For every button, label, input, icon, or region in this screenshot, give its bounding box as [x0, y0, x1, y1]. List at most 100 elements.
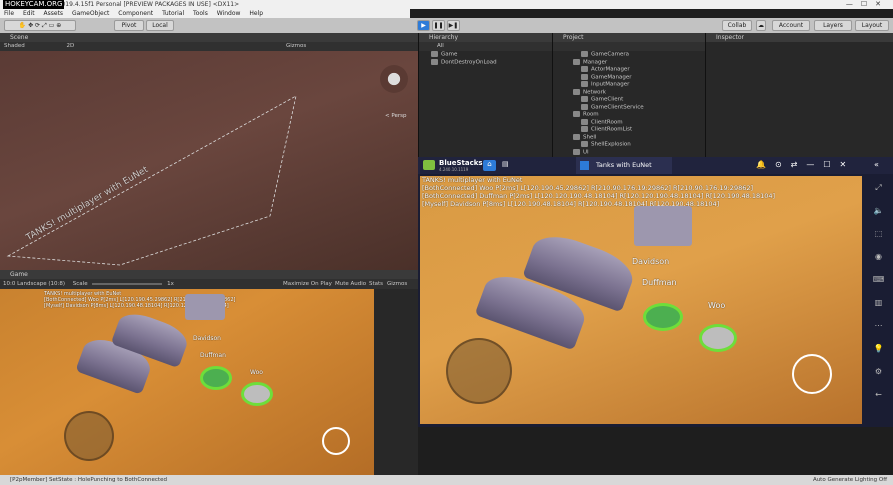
script-icon	[581, 81, 588, 87]
inspector-panel: Inspector	[705, 33, 893, 158]
maximize-on-play-toggle[interactable]: Maximize On Play	[283, 279, 332, 289]
folder-icon	[573, 133, 580, 140]
project-tab[interactable]: Project	[553, 33, 705, 42]
window-controls[interactable]: —☐✕	[846, 0, 889, 9]
scene-tab[interactable]: Scene	[0, 33, 418, 42]
menu-assets[interactable]: Assets	[44, 10, 64, 17]
2d-toggle[interactable]: 2D	[66, 43, 74, 49]
script-icon	[581, 126, 588, 132]
menu-help[interactable]: Help	[249, 10, 263, 17]
hierarchy-search[interactable]: All	[419, 42, 552, 51]
mute-audio-toggle[interactable]: Mute Audio	[335, 279, 366, 289]
fullscreen-icon[interactable]: ⤢	[864, 176, 893, 199]
layers-dropdown[interactable]: Layers	[814, 20, 852, 31]
play-button[interactable]: ▶	[417, 20, 430, 31]
collab-dropdown[interactable]: Collab	[722, 20, 752, 31]
project-folder[interactable]: Network	[573, 88, 705, 97]
tab-tanks[interactable]: Tanks with EuNet	[576, 157, 672, 174]
bulb-icon[interactable]: 💡	[864, 337, 893, 360]
stats-toggle[interactable]: Stats	[369, 279, 383, 289]
bluestacks-game-viewport[interactable]: TANKS! multiplayer with EuNet [BothConne…	[420, 176, 862, 424]
menu-tools[interactable]: Tools	[193, 10, 208, 17]
resolution-dropdown[interactable]: 10:0 Landscape (10:8)	[3, 281, 65, 287]
back-icon[interactable]: ←	[864, 383, 893, 406]
project-item[interactable]: InputManager	[573, 81, 705, 89]
project-folder[interactable]: Room	[573, 111, 705, 119]
hierarchy-item[interactable]: DontDestroyOnLoad	[419, 58, 552, 67]
project-item[interactable]: GameCamera	[573, 51, 705, 59]
fire-crosshair-button[interactable]	[792, 354, 832, 394]
location-icon[interactable]: ◉	[864, 245, 893, 268]
cloud-icon[interactable]: ☁	[756, 20, 766, 31]
layers-label: Layers	[823, 22, 843, 29]
bluestacks-version: 4.240.10.1119	[439, 167, 469, 172]
project-folder[interactable]: Shell	[573, 133, 705, 142]
project-item[interactable]: GameManager	[573, 73, 705, 82]
volume-icon[interactable]: 🔈	[864, 199, 893, 222]
menu-tutorial[interactable]: Tutorial	[162, 10, 184, 17]
pivot-toggle[interactable]: Pivot	[114, 20, 144, 31]
screenshot-icon[interactable]: ⬚	[864, 222, 893, 245]
move-joystick[interactable]	[446, 338, 512, 404]
persp-label[interactable]: < Persp	[385, 113, 406, 119]
project-item[interactable]: GameClientService	[573, 103, 705, 112]
hierarchy-item[interactable]: Game	[419, 51, 552, 59]
project-item-label: GameClient	[591, 96, 624, 103]
project-item-label: InputManager	[591, 81, 630, 88]
project-item[interactable]: ActorManager	[573, 66, 705, 74]
folder-icon	[573, 148, 580, 155]
console-message[interactable]: [P2pMember] SetState : HolePunching to B…	[10, 477, 167, 483]
fire-crosshair-button[interactable]	[322, 427, 350, 455]
project-item[interactable]: ShellExplosion	[573, 141, 705, 149]
inspector-tab[interactable]: Inspector	[706, 33, 893, 42]
layout-dropdown[interactable]: Layout	[855, 20, 889, 31]
menu-gameobject[interactable]: GameObject	[72, 10, 109, 17]
project-folder[interactable]: Manager	[573, 58, 705, 67]
bs-overlay-title: TANKS! multiplayer with EuNet	[422, 176, 523, 184]
scale-slider[interactable]	[92, 282, 163, 285]
scene-gizmo-icon[interactable]	[380, 65, 408, 93]
game-tab[interactable]: Game	[0, 270, 418, 279]
settings-icon[interactable]: ⚙	[864, 360, 893, 383]
shading-dropdown[interactable]: Shaded	[4, 43, 25, 49]
game-tab-label: Game	[10, 271, 28, 278]
scene-viewport[interactable]: TANKS! multiplayer with EuNet < Persp	[0, 51, 418, 270]
apps-icon[interactable]: ▤	[502, 160, 509, 168]
step-button[interactable]: ▶❚	[447, 20, 460, 31]
home-icon[interactable]: ⌂	[483, 160, 496, 171]
move-joystick[interactable]	[64, 411, 114, 461]
apk-icon[interactable]: ▥	[864, 291, 893, 314]
menu-edit[interactable]: Edit	[23, 10, 35, 17]
scene-frustum	[6, 95, 297, 266]
keyboard-icon[interactable]: ⌨	[864, 268, 893, 291]
player-name: Duffman	[200, 352, 226, 359]
bs-overlay-line: [BothConnected] Woo P[2ms] L[120.190.45.…	[422, 184, 754, 192]
game-gizmos-dropdown[interactable]: Gizmos	[387, 279, 407, 289]
project-search[interactable]	[553, 42, 705, 51]
script-icon	[581, 96, 588, 102]
scene-gizmos-dropdown[interactable]: Gizmos	[286, 42, 306, 51]
menu-window[interactable]: Window	[217, 10, 241, 17]
hierarchy-tab[interactable]: Hierarchy	[419, 33, 552, 42]
building	[185, 294, 225, 320]
menu-file[interactable]: File	[4, 10, 14, 17]
project-folder[interactable]: UI	[573, 148, 705, 157]
bluestacks-window-controls[interactable]: 🔔⊙⇄—☐✕	[756, 160, 855, 169]
pause-button[interactable]: ❚❚	[432, 20, 445, 31]
project-item[interactable]: ClientRoomList	[573, 126, 705, 134]
bluestacks-brand: BlueStacks	[439, 159, 483, 167]
layout-label: Layout	[861, 22, 883, 29]
more-icon[interactable]: ⋯	[864, 314, 893, 337]
local-toggle[interactable]: Local	[146, 20, 174, 31]
player-name: Davidson	[193, 335, 221, 342]
project-item[interactable]: ClientRoom	[573, 118, 705, 127]
game-viewport[interactable]: TANKS! multiplayer with EuNet [BothConne…	[0, 289, 374, 475]
menu-component[interactable]: Component	[118, 10, 153, 17]
hierarchy-tab-label: Hierarchy	[429, 34, 459, 41]
transform-tools[interactable]: ✋ ✥ ⟳ ⤢ ▭ ⊕	[4, 20, 76, 31]
collapse-sidebar-icon[interactable]: «	[874, 160, 879, 169]
account-dropdown[interactable]: Account	[772, 20, 810, 31]
project-item-label: Shell	[583, 134, 597, 140]
window-title-bar: Unity 2019.4.15f1 Personal [PREVIEW PACK…	[0, 0, 893, 9]
project-item[interactable]: GameClient	[573, 96, 705, 104]
